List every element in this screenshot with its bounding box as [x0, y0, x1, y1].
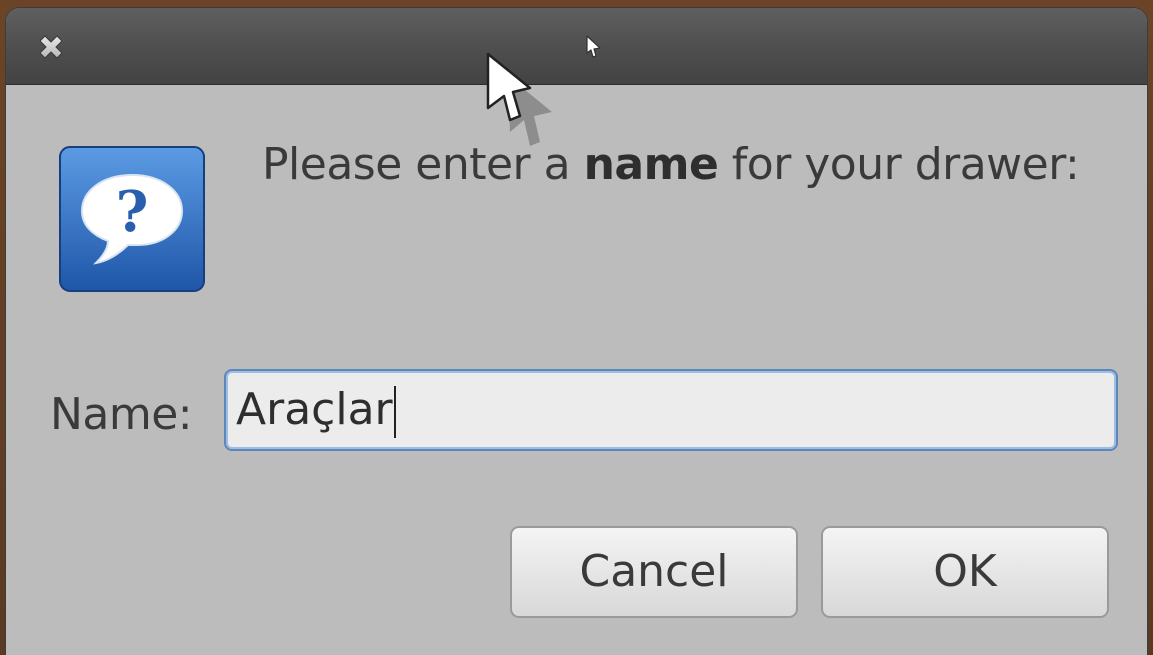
- prompt-bold: name: [583, 139, 719, 190]
- small-pointer-icon: [584, 34, 604, 62]
- drawer-name-dialog: ? Please enter a name for your drawer: N…: [6, 8, 1147, 655]
- name-label: Name:: [50, 389, 193, 440]
- svg-text:?: ?: [116, 179, 149, 245]
- titlebar[interactable]: [6, 8, 1147, 85]
- question-icon: ?: [58, 145, 206, 293]
- prompt-text: Please enter a name for your drawer:: [262, 139, 1080, 190]
- name-input-value: Araçlar: [236, 384, 393, 435]
- prompt-suffix: for your drawer:: [718, 139, 1080, 190]
- ok-button[interactable]: OK: [821, 526, 1109, 618]
- mouse-pointer-icon: [480, 48, 560, 148]
- text-caret: [393, 386, 396, 438]
- cancel-button[interactable]: Cancel: [510, 526, 798, 618]
- name-input[interactable]: Araçlar: [224, 369, 1118, 451]
- close-icon[interactable]: [34, 30, 68, 64]
- dialog-body: ? Please enter a name for your drawer: N…: [6, 85, 1147, 655]
